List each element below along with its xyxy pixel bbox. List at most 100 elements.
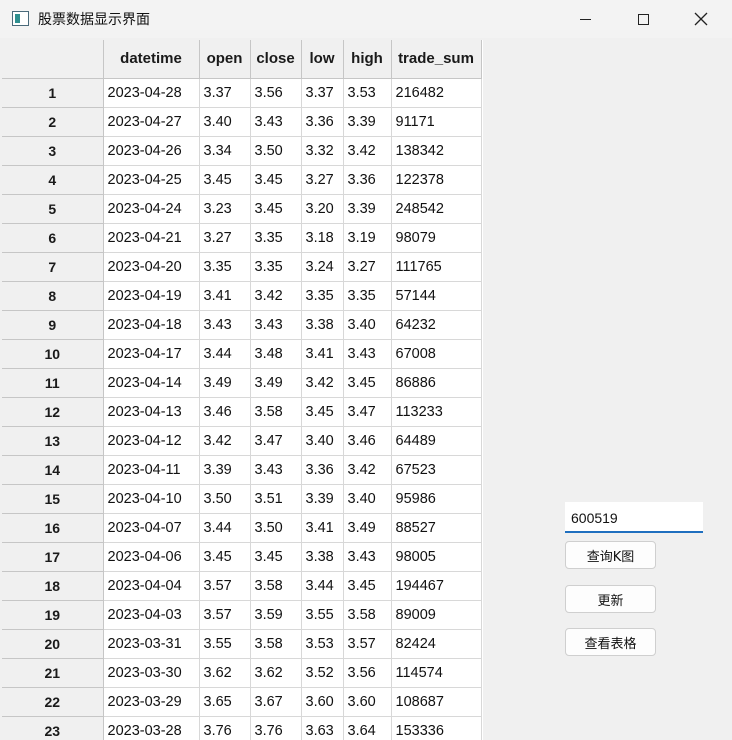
table-cell-close[interactable]: 3.47 <box>250 426 302 456</box>
table-cell-open[interactable]: 3.62 <box>199 658 251 688</box>
table-cell-high[interactable]: 3.56 <box>343 658 392 688</box>
row-header-cell[interactable]: 16 <box>2 513 104 543</box>
row-header-cell[interactable]: 4 <box>2 165 104 195</box>
table-cell-datetime[interactable]: 2023-04-12 <box>103 426 200 456</box>
table-cell-high[interactable]: 3.27 <box>343 252 392 282</box>
row-header-cell[interactable]: 14 <box>2 455 104 485</box>
table-cell-close[interactable]: 3.49 <box>250 368 302 398</box>
row-header-cell[interactable]: 13 <box>2 426 104 456</box>
table-cell-trade-sum[interactable]: 91171 <box>391 107 482 137</box>
table-cell-datetime[interactable]: 2023-04-14 <box>103 368 200 398</box>
table-cell-close[interactable]: 3.59 <box>250 600 302 630</box>
table-cell-high[interactable]: 3.49 <box>343 513 392 543</box>
table-cell-high[interactable]: 3.43 <box>343 542 392 572</box>
view-table-button[interactable]: 查看表格 <box>565 628 656 656</box>
table-cell-high[interactable]: 3.57 <box>343 629 392 659</box>
table-cell-trade-sum[interactable]: 248542 <box>391 194 482 224</box>
table-row[interactable]: 3 2023-04-26 3.34 3.50 3.32 3.42 138342 <box>2 136 482 166</box>
table-cell-close[interactable]: 3.43 <box>250 455 302 485</box>
table-row[interactable]: 7 2023-04-20 3.35 3.35 3.24 3.27 111765 <box>2 252 482 282</box>
table-cell-trade-sum[interactable]: 67523 <box>391 455 482 485</box>
table-row[interactable]: 4 2023-04-25 3.45 3.45 3.27 3.36 122378 <box>2 165 482 195</box>
row-header-cell[interactable]: 1 <box>2 78 104 108</box>
table-cell-open[interactable]: 3.27 <box>199 223 251 253</box>
table-cell-low[interactable]: 3.40 <box>301 426 344 456</box>
table-cell-trade-sum[interactable]: 194467 <box>391 571 482 601</box>
table-cell-close[interactable]: 3.35 <box>250 223 302 253</box>
table-cell-high[interactable]: 3.42 <box>343 455 392 485</box>
table-row[interactable]: 22 2023-03-29 3.65 3.67 3.60 3.60 108687 <box>2 687 482 717</box>
table-cell-trade-sum[interactable]: 57144 <box>391 281 482 311</box>
table-cell-datetime[interactable]: 2023-04-11 <box>103 455 200 485</box>
table-cell-datetime[interactable]: 2023-04-07 <box>103 513 200 543</box>
table-cell-datetime[interactable]: 2023-04-13 <box>103 397 200 427</box>
table-cell-high[interactable]: 3.19 <box>343 223 392 253</box>
table-row[interactable]: 5 2023-04-24 3.23 3.45 3.20 3.39 248542 <box>2 194 482 224</box>
table-cell-low[interactable]: 3.38 <box>301 542 344 572</box>
table-cell-datetime[interactable]: 2023-03-30 <box>103 658 200 688</box>
table-cell-high[interactable]: 3.64 <box>343 716 392 740</box>
table-cell-high[interactable]: 3.60 <box>343 687 392 717</box>
table-row[interactable]: 15 2023-04-10 3.50 3.51 3.39 3.40 95986 <box>2 484 482 514</box>
table-cell-datetime[interactable]: 2023-04-25 <box>103 165 200 195</box>
table-cell-datetime[interactable]: 2023-04-24 <box>103 194 200 224</box>
table-cell-trade-sum[interactable]: 88527 <box>391 513 482 543</box>
column-header[interactable]: close <box>250 40 302 79</box>
column-header[interactable]: trade_sum <box>391 40 482 79</box>
row-header-cell[interactable]: 6 <box>2 223 104 253</box>
table-cell-high[interactable]: 3.58 <box>343 600 392 630</box>
table-cell-low[interactable]: 3.42 <box>301 368 344 398</box>
table-cell-high[interactable]: 3.53 <box>343 78 392 108</box>
table-cell-close[interactable]: 3.67 <box>250 687 302 717</box>
table-cell-close[interactable]: 3.58 <box>250 571 302 601</box>
table-cell-trade-sum[interactable]: 111765 <box>391 252 482 282</box>
table-cell-high[interactable]: 3.40 <box>343 310 392 340</box>
table-cell-trade-sum[interactable]: 64232 <box>391 310 482 340</box>
table-row[interactable]: 23 2023-03-28 3.76 3.76 3.63 3.64 153336 <box>2 716 482 740</box>
table-cell-datetime[interactable]: 2023-04-04 <box>103 571 200 601</box>
row-header-cell[interactable]: 18 <box>2 571 104 601</box>
table-cell-trade-sum[interactable]: 64489 <box>391 426 482 456</box>
table-row[interactable]: 6 2023-04-21 3.27 3.35 3.18 3.19 98079 <box>2 223 482 253</box>
table-cell-open[interactable]: 3.55 <box>199 629 251 659</box>
row-header-cell[interactable]: 5 <box>2 194 104 224</box>
table-cell-close[interactable]: 3.50 <box>250 513 302 543</box>
table-cell-datetime[interactable]: 2023-04-21 <box>103 223 200 253</box>
table-cell-low[interactable]: 3.45 <box>301 397 344 427</box>
table-cell-low[interactable]: 3.38 <box>301 310 344 340</box>
table-row[interactable]: 11 2023-04-14 3.49 3.49 3.42 3.45 86886 <box>2 368 482 398</box>
table-cell-datetime[interactable]: 2023-04-26 <box>103 136 200 166</box>
table-cell-datetime[interactable]: 2023-04-03 <box>103 600 200 630</box>
table-cell-close[interactable]: 3.56 <box>250 78 302 108</box>
table-row[interactable]: 18 2023-04-04 3.57 3.58 3.44 3.45 194467 <box>2 571 482 601</box>
table-cell-high[interactable]: 3.47 <box>343 397 392 427</box>
table-cell-datetime[interactable]: 2023-04-20 <box>103 252 200 282</box>
table-cell-open[interactable]: 3.57 <box>199 571 251 601</box>
table-cell-low[interactable]: 3.36 <box>301 107 344 137</box>
table-cell-open[interactable]: 3.49 <box>199 368 251 398</box>
table-cell-low[interactable]: 3.20 <box>301 194 344 224</box>
table-cell-low[interactable]: 3.39 <box>301 484 344 514</box>
table-cell-trade-sum[interactable]: 67008 <box>391 339 482 369</box>
table-cell-low[interactable]: 3.27 <box>301 165 344 195</box>
close-button[interactable] <box>672 0 730 38</box>
table-cell-trade-sum[interactable]: 82424 <box>391 629 482 659</box>
table-cell-datetime[interactable]: 2023-04-19 <box>103 281 200 311</box>
column-header[interactable]: low <box>301 40 344 79</box>
table-row[interactable]: 13 2023-04-12 3.42 3.47 3.40 3.46 64489 <box>2 426 482 456</box>
table-cell-trade-sum[interactable]: 108687 <box>391 687 482 717</box>
column-header[interactable]: open <box>199 40 251 79</box>
table-cell-open[interactable]: 3.34 <box>199 136 251 166</box>
table-cell-open[interactable]: 3.44 <box>199 339 251 369</box>
table-cell-open[interactable]: 3.37 <box>199 78 251 108</box>
table-cell-open[interactable]: 3.42 <box>199 426 251 456</box>
table-row[interactable]: 1 2023-04-28 3.37 3.56 3.37 3.53 216482 <box>2 78 482 108</box>
table-cell-close[interactable]: 3.58 <box>250 629 302 659</box>
table-cell-open[interactable]: 3.76 <box>199 716 251 740</box>
table-cell-low[interactable]: 3.55 <box>301 600 344 630</box>
table-row[interactable]: 20 2023-03-31 3.55 3.58 3.53 3.57 82424 <box>2 629 482 659</box>
table-cell-datetime[interactable]: 2023-03-28 <box>103 716 200 740</box>
table-cell-trade-sum[interactable]: 98005 <box>391 542 482 572</box>
stock-code-input[interactable] <box>565 502 703 533</box>
table-cell-open[interactable]: 3.41 <box>199 281 251 311</box>
